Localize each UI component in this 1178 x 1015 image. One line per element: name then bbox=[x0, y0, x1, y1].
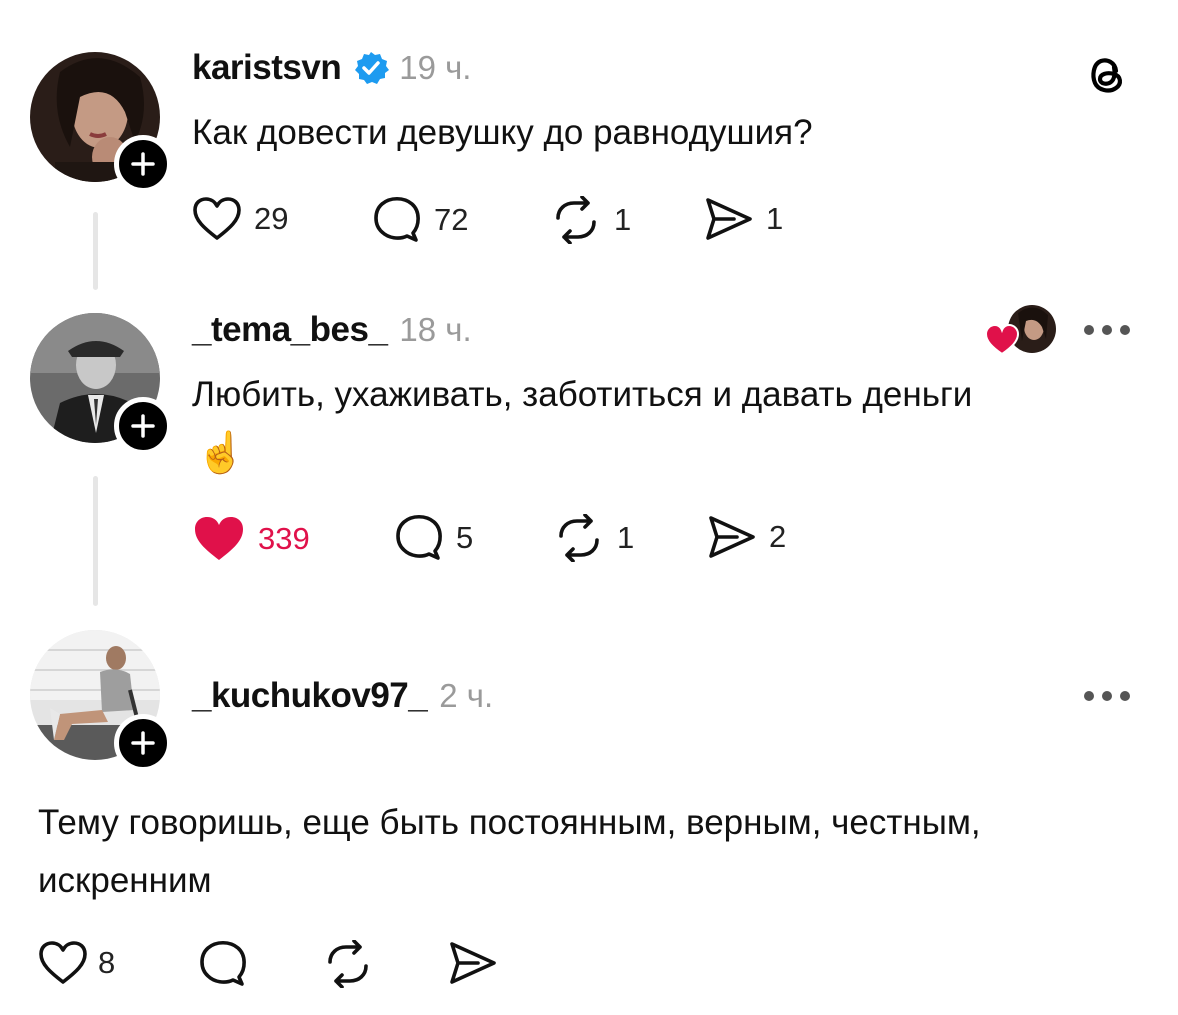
repost-count: 1 bbox=[614, 202, 632, 237]
repost-button[interactable]: 1 bbox=[553, 514, 634, 562]
send-icon bbox=[706, 198, 752, 240]
heart-icon bbox=[984, 323, 1020, 362]
post-header: _kuchukov97_ 2 ч. bbox=[192, 676, 493, 716]
more-options-button[interactable] bbox=[1084, 691, 1130, 701]
reply-count: 5 bbox=[456, 520, 474, 555]
like-button[interactable]: 8 bbox=[38, 940, 115, 986]
speech-bubble-icon bbox=[396, 514, 442, 560]
dot bbox=[1102, 325, 1112, 335]
heart-filled-icon bbox=[195, 517, 243, 560]
reply-button[interactable] bbox=[198, 940, 248, 988]
share-button[interactable]: 2 bbox=[707, 514, 786, 560]
repost-count: 1 bbox=[617, 520, 635, 555]
speech-bubble-icon bbox=[200, 940, 246, 986]
pointing-up-emoji: ☝️ bbox=[196, 431, 246, 475]
plus-icon bbox=[131, 731, 155, 755]
dot bbox=[1120, 691, 1130, 701]
threads-logo-icon[interactable] bbox=[1083, 50, 1131, 103]
repost-button[interactable]: 1 bbox=[550, 196, 631, 244]
follow-button[interactable] bbox=[114, 135, 172, 193]
post-time: 2 ч. bbox=[439, 677, 494, 714]
post-text: Любить, ухаживать, заботиться и давать д… bbox=[192, 375, 973, 414]
like-count: 8 bbox=[98, 945, 116, 980]
follow-button[interactable] bbox=[114, 714, 172, 772]
post-time: 19 ч. bbox=[399, 49, 472, 86]
dot bbox=[1120, 325, 1130, 335]
share-button[interactable] bbox=[448, 940, 498, 986]
share-count: 1 bbox=[766, 201, 784, 236]
reply-button[interactable]: 5 bbox=[394, 514, 473, 562]
post-text-line-2: искренним bbox=[38, 861, 212, 900]
repost-icon bbox=[559, 514, 599, 562]
plus-icon bbox=[131, 152, 155, 176]
like-count: 29 bbox=[254, 201, 289, 236]
send-icon bbox=[709, 516, 755, 558]
thread-line bbox=[93, 476, 98, 606]
thread-line bbox=[93, 212, 98, 290]
post-text: Как довести девушку до равнодушия? bbox=[192, 113, 813, 152]
reply-button[interactable]: 72 bbox=[372, 196, 468, 244]
repost-icon bbox=[328, 940, 368, 988]
share-count: 2 bbox=[769, 519, 787, 554]
plus-icon bbox=[131, 414, 155, 438]
dot bbox=[1102, 691, 1112, 701]
more-options-button[interactable] bbox=[1084, 325, 1130, 335]
like-button[interactable]: 339 bbox=[192, 514, 310, 564]
heart-icon bbox=[39, 941, 87, 984]
heart-icon bbox=[193, 197, 241, 240]
repost-button[interactable] bbox=[322, 940, 374, 988]
share-button[interactable]: 1 bbox=[704, 196, 783, 242]
send-icon bbox=[450, 942, 496, 984]
dot bbox=[1084, 325, 1094, 335]
post-header: karistsvn 19 ч. bbox=[192, 48, 471, 88]
liked-by-author-indicator[interactable] bbox=[984, 305, 1058, 357]
username[interactable]: _kuchukov97_ bbox=[192, 676, 428, 716]
dot bbox=[1084, 691, 1094, 701]
speech-bubble-icon bbox=[374, 196, 420, 242]
post-header: _tema_bes_ 18 ч. bbox=[192, 310, 472, 350]
follow-button[interactable] bbox=[114, 397, 172, 455]
reply-count: 72 bbox=[434, 202, 469, 237]
verified-badge-icon bbox=[353, 50, 390, 86]
post-text-line-1: Тему говоришь, еще быть постоянным, верн… bbox=[38, 803, 981, 842]
username[interactable]: karistsvn bbox=[192, 48, 342, 88]
repost-icon bbox=[556, 196, 596, 244]
post-time: 18 ч. bbox=[399, 311, 472, 348]
like-button[interactable]: 29 bbox=[192, 196, 288, 242]
username[interactable]: _tema_bes_ bbox=[192, 310, 388, 350]
like-count: 339 bbox=[258, 521, 310, 556]
